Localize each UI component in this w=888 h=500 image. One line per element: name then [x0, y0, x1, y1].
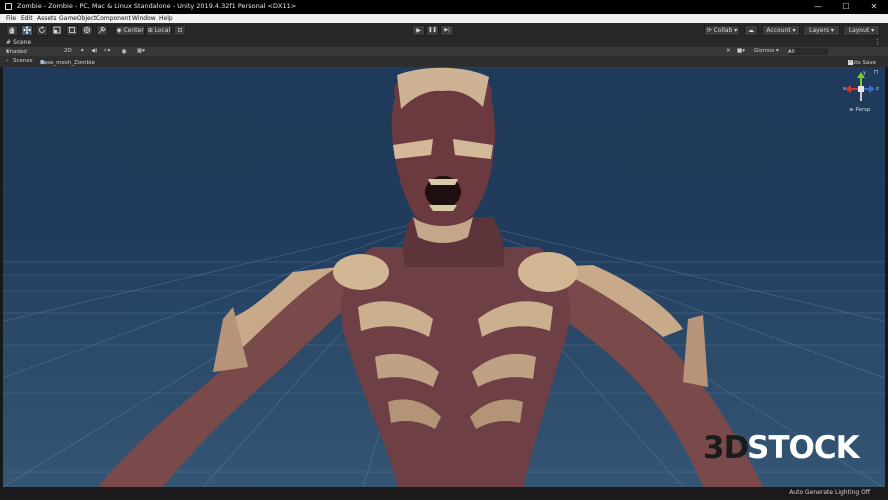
- auto-save-label: Auto Save: [848, 60, 877, 66]
- snap-grid-button[interactable]: ⊡: [174, 25, 186, 36]
- custom-tool-icon[interactable]: [96, 25, 108, 36]
- transform-tool-icon[interactable]: [81, 25, 93, 36]
- scene-tab-label: Scene: [12, 39, 32, 46]
- pivot-label: Center: [123, 27, 144, 34]
- gizmo-y-label: y: [863, 70, 866, 76]
- menu-bar: File Edit Assets GameObject Component Wi…: [0, 14, 888, 23]
- grid-toggle-icon[interactable]: ▦▾: [137, 48, 145, 54]
- maximize-button[interactable]: ☐: [832, 0, 860, 14]
- lighting-toggle-icon[interactable]: ✦: [80, 48, 85, 54]
- hidden-count: 0: [122, 49, 126, 55]
- window-title: Zombie - Zombie - PC, Mac & Linux Standa…: [17, 2, 297, 10]
- breadcrumb-scenes[interactable]: Scenes: [13, 58, 33, 64]
- lock-view-icon[interactable]: ⊓: [874, 69, 879, 76]
- minimize-button[interactable]: —: [804, 0, 832, 14]
- menu-component[interactable]: Component: [96, 15, 131, 22]
- hand-tool-icon[interactable]: [6, 25, 18, 36]
- watermark-suffix: STOCK: [747, 430, 860, 466]
- back-chevron-icon[interactable]: ‹: [6, 58, 8, 64]
- snap-grid-icon: ⊡: [177, 27, 183, 34]
- scene-search-input[interactable]: ⌕ All: [788, 48, 828, 55]
- rect-tool-icon[interactable]: [66, 25, 78, 36]
- breadcrumb-asset-label: Base_mesh_Zombie: [40, 60, 95, 66]
- scene-render: [3, 67, 885, 487]
- collab-icon: ⟳: [706, 27, 712, 34]
- scene-tab-bar: # Scene ⋮: [0, 38, 888, 47]
- rotate-tool-icon[interactable]: [36, 25, 48, 36]
- collab-label: Collab ▾: [713, 27, 738, 34]
- orientation-gizmo[interactable]: x y z ≡ Persp: [841, 70, 881, 116]
- effects-toggle-icon[interactable]: ✧▾: [103, 48, 110, 54]
- menu-file[interactable]: File: [6, 15, 16, 22]
- tab-scene[interactable]: # Scene: [6, 38, 31, 47]
- audio-toggle-icon[interactable]: ◀): [91, 48, 97, 54]
- gizmo-x-label: x: [843, 86, 846, 92]
- search-placeholder: All: [788, 49, 795, 55]
- panel-menu-icon[interactable]: ⋮: [874, 38, 881, 46]
- layout-dropdown[interactable]: Layout ▾: [843, 25, 880, 36]
- scene-viewport[interactable]: x y z ≡ Persp ⊓ 3D STOCK: [3, 67, 885, 487]
- menu-window[interactable]: Window: [132, 15, 156, 22]
- menu-edit[interactable]: Edit: [21, 15, 33, 22]
- menu-assets[interactable]: Assets: [37, 15, 57, 22]
- prefab-breadcrumb-bar: ‹ Scenes ⬢ Base_mesh_Zombie ✓ Auto Save: [0, 56, 888, 67]
- pause-button[interactable]: ❚❚: [426, 25, 439, 36]
- scene-tab-icon: #: [6, 39, 12, 46]
- unity-app-icon: [5, 3, 12, 10]
- gizmo-z-label: z: [876, 86, 879, 92]
- zombie-model[interactable]: [98, 67, 763, 487]
- lighting-status-text: Auto Generate Lighting Off: [789, 489, 870, 496]
- cloud-services-button[interactable]: ☁: [744, 25, 758, 36]
- space-local-toggle[interactable]: ⊞ Local: [146, 25, 172, 36]
- projection-toggle[interactable]: ≡ Persp: [849, 107, 870, 113]
- menu-help[interactable]: Help: [159, 15, 173, 22]
- status-bar: Auto Generate Lighting Off: [0, 487, 888, 500]
- pivot-center-toggle[interactable]: ◉ Center: [115, 25, 145, 36]
- play-button[interactable]: ▶: [412, 25, 425, 36]
- axis-gizmo-icon: [845, 72, 875, 101]
- window-title-bar: Zombie - Zombie - PC, Mac & Linux Standa…: [0, 0, 888, 14]
- move-tool-icon[interactable]: [21, 25, 33, 36]
- space-label: Local: [154, 27, 171, 34]
- local-space-icon: ⊞: [147, 27, 153, 34]
- collab-dropdown[interactable]: ⟳ Collab ▾: [704, 25, 740, 36]
- scale-tool-icon[interactable]: [51, 25, 63, 36]
- close-button[interactable]: ✕: [860, 0, 888, 14]
- cloud-icon: ☁: [748, 27, 754, 34]
- camera-settings-icon[interactable]: ■▾: [737, 48, 745, 54]
- 2d-mode-toggle[interactable]: 2D: [64, 48, 72, 54]
- watermark-prefix: 3D: [703, 430, 749, 466]
- tools-icon[interactable]: ✕: [726, 48, 731, 54]
- gizmos-dropdown[interactable]: Gizmos ▾: [754, 48, 779, 54]
- pivot-icon: ◉: [116, 27, 122, 34]
- menu-gameobject[interactable]: GameObject: [59, 15, 96, 22]
- chevron-down-icon: ▾: [6, 49, 9, 55]
- shading-mode-label: Shaded: [6, 49, 27, 55]
- layers-dropdown[interactable]: Layers ▾: [803, 25, 840, 36]
- main-toolbar: ◉ Center ⊞ Local ⊡ ▶ ❚❚ ▶| ⟳ Collab ▾ ☁ …: [0, 23, 888, 38]
- account-dropdown[interactable]: Account ▾: [762, 25, 800, 36]
- step-button[interactable]: ▶|: [440, 25, 454, 36]
- scene-view-toolbar: Shaded ▾ 2D ✦ ◀) ✧▾ ◉ 0 ▦▾ ✕ ■▾ Gizmos ▾…: [0, 47, 888, 56]
